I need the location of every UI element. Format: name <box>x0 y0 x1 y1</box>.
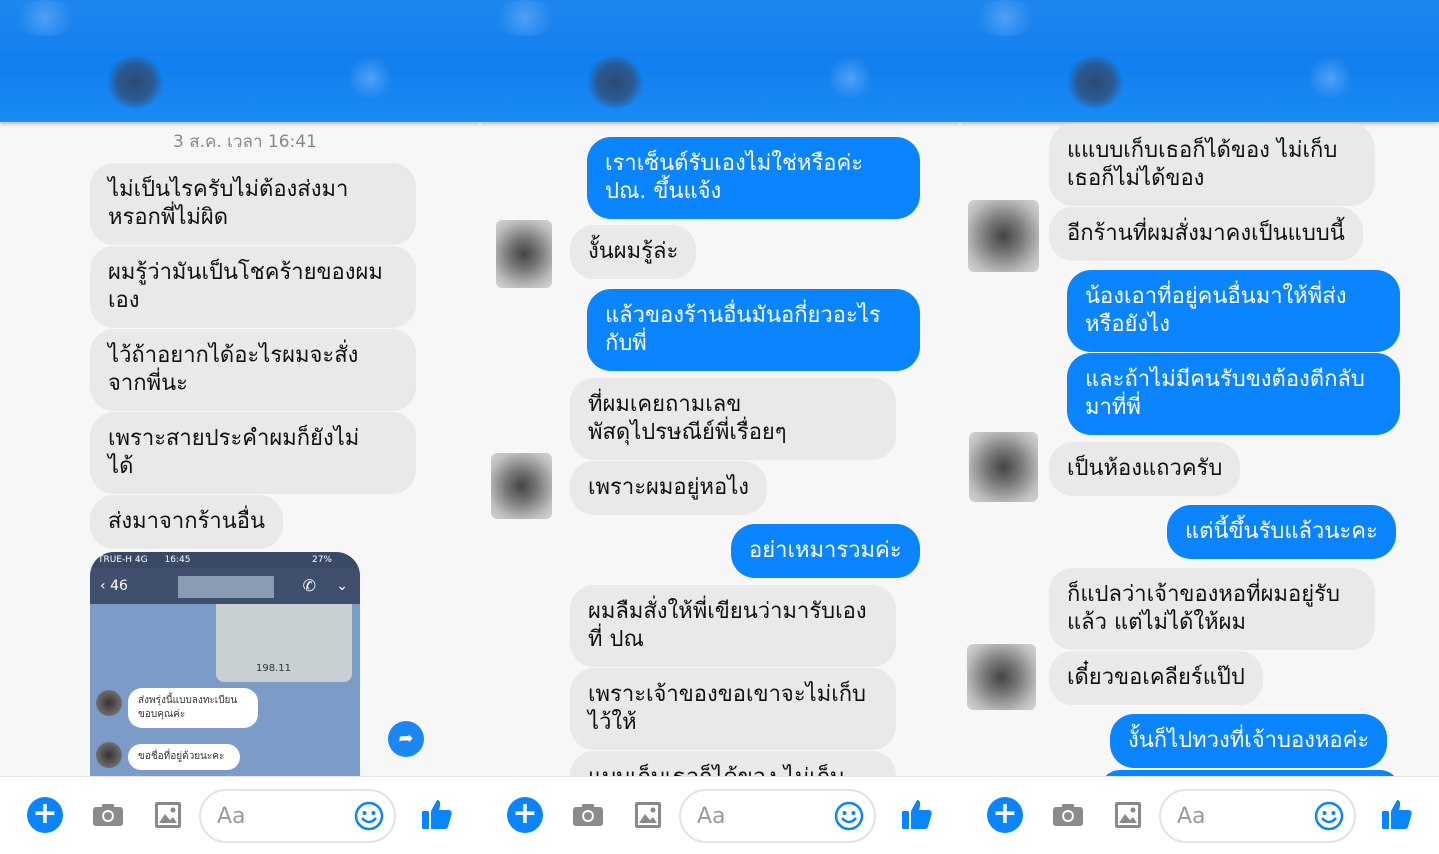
share-icon[interactable]: ➦ <box>388 721 424 757</box>
contact-avatar-blurred[interactable] <box>105 56 165 108</box>
chat-header <box>0 0 480 122</box>
shared-screenshot-image[interactable]: TRUE-H 4G 16:45 27% ‹ 46 ✆ ⌄ 198.11 ส่งพ… <box>90 552 360 776</box>
camera-icon[interactable] <box>1052 803 1084 827</box>
camera-icon[interactable] <box>572 803 604 827</box>
message-outgoing[interactable]: แต่นี้ขึ้นรับแล้วนะคะ <box>1167 505 1396 559</box>
chat-panel-2: เราเซ็นต์รับเองไม่ใช่หรือค่ะ ปณ. ขึ้นแจ้… <box>480 0 960 854</box>
message-incoming[interactable]: ไว้ถ้าอยากได้อะไรผมจะสั่ง จากพี่นะ <box>90 329 416 411</box>
blurred-call-icon[interactable] <box>1305 58 1355 98</box>
message-input[interactable]: Aa <box>1159 789 1356 843</box>
message-list[interactable]: เราเซ็นต์รับเองไม่ใช่หรือค่ะ ปณ. ขึ้นแจ้… <box>480 122 960 776</box>
message-timestamp: 3 ส.ค. เวลา 16:41 <box>173 132 317 152</box>
chat-header <box>960 0 1439 122</box>
contact-avatar-blurred[interactable] <box>968 200 1039 272</box>
message-input[interactable]: Aa <box>199 789 396 843</box>
contact-avatar-blurred[interactable] <box>491 453 552 519</box>
embedded-status-bar: TRUE-H 4G 16:45 27% <box>90 552 360 568</box>
embedded-chevron-down-icon: ⌄ <box>336 578 348 594</box>
image-icon[interactable] <box>1114 801 1142 829</box>
chat-panel-3: แแบบเก็บเธอก็ได้ของ ไม่เก็บ เธอก็ไม่ได้ข… <box>960 0 1439 854</box>
emoji-icon[interactable] <box>354 801 384 831</box>
message-input-placeholder: Aa <box>697 804 726 829</box>
message-incoming[interactable]: เพราะสายประคำผมก็ยังไม่ ได้ <box>90 412 416 494</box>
message-outgoing[interactable]: เราเซ็นต์รับเองไม่ใช่หรือค่ะ ปณ. ขึ้นแจ้… <box>587 137 920 219</box>
embedded-battery: 27% <box>311 555 332 565</box>
message-composer: + Aa <box>480 776 960 854</box>
message-incoming[interactable]: ที่ผมเคยถามเลข พัสดุไปรษณีย์พี่เรื่อยๆ <box>570 378 896 460</box>
thumbs-up-icon[interactable] <box>1380 797 1414 831</box>
message-outgoing[interactable]: งั้นก็ไปทวงที่เจ้าบองหอค่ะ <box>1110 714 1388 768</box>
emoji-icon[interactable] <box>1314 801 1344 831</box>
message-composer: + Aa <box>0 776 480 854</box>
message-incoming[interactable]: เพราะเจ้าของขอเขาจะไม่เก็บ ไว้ให้ <box>570 668 896 750</box>
message-incoming[interactable]: เพราะผมอยู่หอไง <box>570 461 768 515</box>
contact-avatar-blurred[interactable] <box>967 644 1036 710</box>
chat-header <box>480 0 960 122</box>
blurred-back-icon[interactable] <box>10 0 80 36</box>
embedded-nav-bar: ‹ 46 ✆ ⌄ <box>90 568 360 604</box>
message-input-placeholder: Aa <box>217 804 246 829</box>
thumbs-up-icon[interactable] <box>420 797 454 831</box>
embedded-contact-blurred <box>178 576 274 598</box>
message-input[interactable]: Aa <box>679 789 876 843</box>
message-outgoing[interactable]: น้องเอาที่อยู่คนอื่นมาให้พี่ส่ง หรือยังไ… <box>1067 270 1400 352</box>
embedded-avatar <box>96 690 122 716</box>
embedded-avatar <box>96 742 122 768</box>
message-incoming[interactable]: ผมลืมสั่งให้พี่เขียนว่ามารับเอง ที่ ปณ <box>570 585 896 667</box>
message-list[interactable]: 3 ส.ค. เวลา 16:41 ไม่เป็นไรครับไม่ต้องส่… <box>0 122 480 776</box>
message-incoming[interactable]: แบบเก็บเธอก็ได้ของ ไม่เก็บ <box>570 751 896 776</box>
contact-avatar-blurred[interactable] <box>585 56 645 108</box>
message-input-placeholder: Aa <box>1177 804 1206 829</box>
blurred-back-icon[interactable] <box>490 0 560 36</box>
message-incoming[interactable]: ไม่เป็นไรครับไม่ต้องส่งมา หรอกพี่ไม่ผิด <box>90 163 416 245</box>
message-list[interactable]: แแบบเก็บเธอก็ได้ของ ไม่เก็บ เธอก็ไม่ได้ข… <box>960 122 1439 776</box>
chat-panel-1: 3 ส.ค. เวลา 16:41 ไม่เป็นไรครับไม่ต้องส่… <box>0 0 480 854</box>
contact-avatar-blurred[interactable] <box>1065 56 1125 108</box>
plus-icon[interactable]: + <box>27 797 63 833</box>
message-outgoing[interactable]: และถ้าไม่มีคนรับขงต้องตีกลับ มาที่พี่ <box>1067 353 1400 435</box>
embedded-back-icon: ‹ <box>100 578 111 594</box>
embedded-amount: 198.11 <box>256 663 291 674</box>
image-icon[interactable] <box>154 801 182 829</box>
message-incoming[interactable]: งั้นผมรู้ล่ะ <box>570 225 697 279</box>
image-icon[interactable] <box>634 801 662 829</box>
embedded-message: ส่งพรุ่งนี้แบบลงทะเบียน ขอบคุณค่ะ <box>128 688 258 728</box>
thumbs-up-icon[interactable] <box>900 797 934 831</box>
embedded-receipt-thumbnail: 198.11 <box>216 604 352 682</box>
message-incoming[interactable]: ผมรู้ว่ามันเป็นโชคร้ายของผม เอง <box>90 246 416 328</box>
embedded-message: ขอชื่อที่อยู่ด้วยนะคะ <box>128 744 240 770</box>
message-outgoing[interactable]: แล้วของร้านอื่นมันอกี่ยวอะไร กับพี่ <box>587 289 920 371</box>
blurred-call-icon[interactable] <box>345 58 395 98</box>
contact-avatar-blurred[interactable] <box>969 432 1038 502</box>
plus-icon[interactable]: + <box>987 797 1023 833</box>
embedded-phone-icon: ✆ <box>302 576 316 595</box>
message-composer: + Aa <box>960 776 1439 854</box>
message-incoming[interactable]: ส่งมาจากร้านอื่น <box>90 495 284 549</box>
camera-icon[interactable] <box>92 803 124 827</box>
emoji-icon[interactable] <box>834 801 864 831</box>
blurred-call-icon[interactable] <box>825 58 875 98</box>
message-outgoing[interactable]: อย่าเหมารวมค่ะ <box>731 524 920 578</box>
message-incoming[interactable]: เดี๋ยวขอเคลียร์แป๊ป <box>1049 651 1263 705</box>
message-incoming[interactable]: เป็นห้องแถวครับ <box>1049 442 1241 496</box>
contact-avatar-blurred[interactable] <box>496 220 552 288</box>
embedded-time: 16:45 <box>164 555 191 565</box>
message-incoming[interactable]: อีกร้านที่ผมสั่งมาคงเป็นแบบนี้ <box>1049 207 1363 261</box>
embedded-carrier: TRUE-H 4G <box>98 555 148 565</box>
plus-icon[interactable]: + <box>507 797 543 833</box>
message-incoming[interactable]: ก็แปลว่าเจ้าของหอที่ผมอยู่รับ แล้ว แต่ไม… <box>1049 568 1375 650</box>
embedded-back-count: 46 <box>110 578 128 594</box>
message-incoming[interactable]: แแบบเก็บเธอก็ได้ของ ไม่เก็บ เธอก็ไม่ได้ข… <box>1049 124 1375 206</box>
blurred-back-icon[interactable] <box>970 0 1040 36</box>
